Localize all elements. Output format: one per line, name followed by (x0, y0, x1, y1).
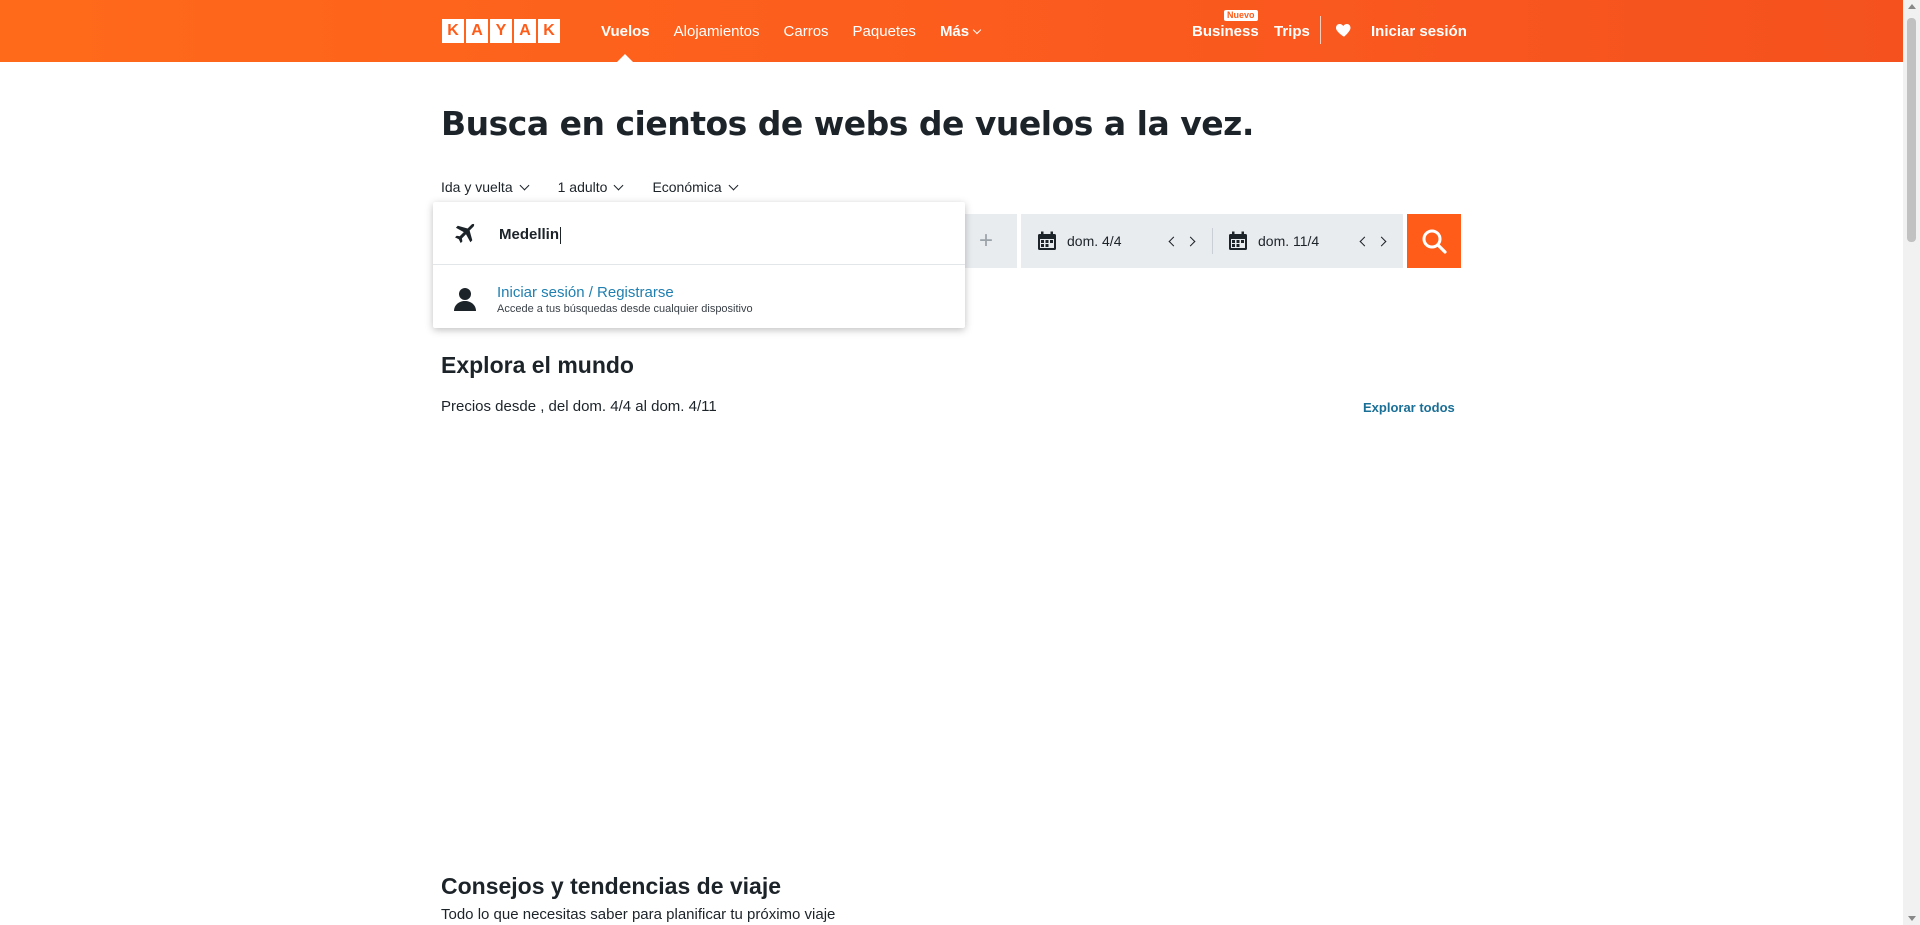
nav-vuelos[interactable]: Vuelos (601, 0, 650, 62)
kayak-logo[interactable]: K A Y A K (442, 19, 560, 43)
page-title: Busca en cientos de webs de vuelos a la … (441, 104, 1254, 143)
scroll-up-icon[interactable] (1908, 4, 1916, 9)
search-button[interactable] (1407, 214, 1461, 268)
cabin-select[interactable]: Económica (652, 179, 739, 195)
signin-suggestion[interactable]: Iniciar sesión / Registrarse Accede a tu… (433, 265, 965, 327)
header-divider (1320, 16, 1321, 44)
chevron-right-icon[interactable] (1376, 236, 1387, 246)
scrollbar-thumb[interactable] (1907, 18, 1916, 242)
top-header: K A Y A K Vuelos Alojamientos Carros Paq… (0, 0, 1903, 62)
logo-letter: K (442, 19, 464, 43)
logo-letter: A (514, 19, 536, 43)
plus-icon: + (978, 227, 993, 254)
chevron-down-icon (972, 25, 982, 34)
text-caret (560, 226, 562, 244)
trip-type-label: Ida y vuelta (441, 179, 513, 195)
chevron-down-icon (728, 180, 739, 190)
calendar-icon (1038, 231, 1056, 250)
explore-title: Explora el mundo (441, 352, 634, 378)
return-date-field[interactable]: dom. 11/4 (1228, 214, 1319, 268)
origin-text: Medellin (499, 226, 560, 243)
chevron-left-icon[interactable] (1168, 236, 1179, 246)
new-badge: Nuevo (1224, 10, 1258, 21)
business-link[interactable]: Business (1192, 23, 1259, 40)
logo-letter: A (466, 19, 488, 43)
nav-mas[interactable]: Más (939, 0, 982, 62)
passengers-label: 1 adulto (557, 179, 608, 195)
date-range: dom. 4/4 dom. 11/4 (1021, 214, 1403, 268)
calendar-icon (1229, 231, 1247, 250)
cabin-label: Económica (652, 179, 722, 195)
login-link[interactable]: Iniciar sesión (1371, 23, 1467, 40)
return-date-stepper (1359, 214, 1387, 268)
nav-alojamientos[interactable]: Alojamientos (674, 0, 760, 62)
trip-type-select[interactable]: Ida y vuelta (441, 179, 530, 195)
origin-input[interactable]: Medellin (433, 202, 965, 265)
explore-subtitle: Precios desde , del dom. 4/4 al dom. 4/1… (441, 398, 717, 415)
scroll-down-icon[interactable] (1908, 916, 1916, 921)
heart-icon[interactable] (1335, 21, 1353, 39)
depart-date-stepper (1168, 214, 1196, 268)
search-options: Ida y vuelta 1 adulto Económica (441, 179, 739, 195)
chevron-right-icon[interactable] (1185, 236, 1196, 246)
chevron-down-icon (613, 180, 624, 190)
explore-all-link[interactable]: Explorar todos (1363, 400, 1455, 415)
signin-suggestion-subtitle: Accede a tus búsquedas desde cualquier d… (497, 303, 753, 315)
user-icon (454, 288, 476, 311)
depart-date-value: dom. 4/4 (1067, 233, 1122, 249)
origin-dropdown: Medellin Iniciar sesión / Registrarse Ac… (433, 202, 965, 328)
trips-link[interactable]: Trips (1274, 23, 1310, 40)
origin-input-value: Medellin (499, 226, 562, 244)
tips-subtitle: Todo lo que necesitas saber para planifi… (441, 906, 836, 923)
return-date-value: dom. 11/4 (1258, 233, 1320, 249)
nav-paquetes[interactable]: Paquetes (853, 0, 916, 62)
nav-carros[interactable]: Carros (784, 0, 829, 62)
depart-date-field[interactable]: dom. 4/4 (1037, 214, 1121, 268)
tips-title: Consejos y tendencias de viaje (441, 873, 782, 899)
chevron-down-icon (519, 180, 530, 190)
main-nav: Vuelos Alojamientos Carros Paquetes Más (601, 0, 1004, 62)
page-scrollbar[interactable] (1903, 0, 1920, 925)
date-divider (1212, 228, 1213, 254)
logo-letter: Y (490, 19, 512, 43)
logo-letter: K (538, 19, 560, 43)
nav-mas-label: Más (939, 22, 970, 40)
passengers-select[interactable]: 1 adulto (557, 179, 624, 195)
signin-suggestion-title: Iniciar sesión / Registrarse (497, 284, 674, 301)
search-icon (1422, 229, 1447, 254)
airplane-icon (455, 223, 475, 244)
chevron-left-icon[interactable] (1359, 236, 1370, 246)
